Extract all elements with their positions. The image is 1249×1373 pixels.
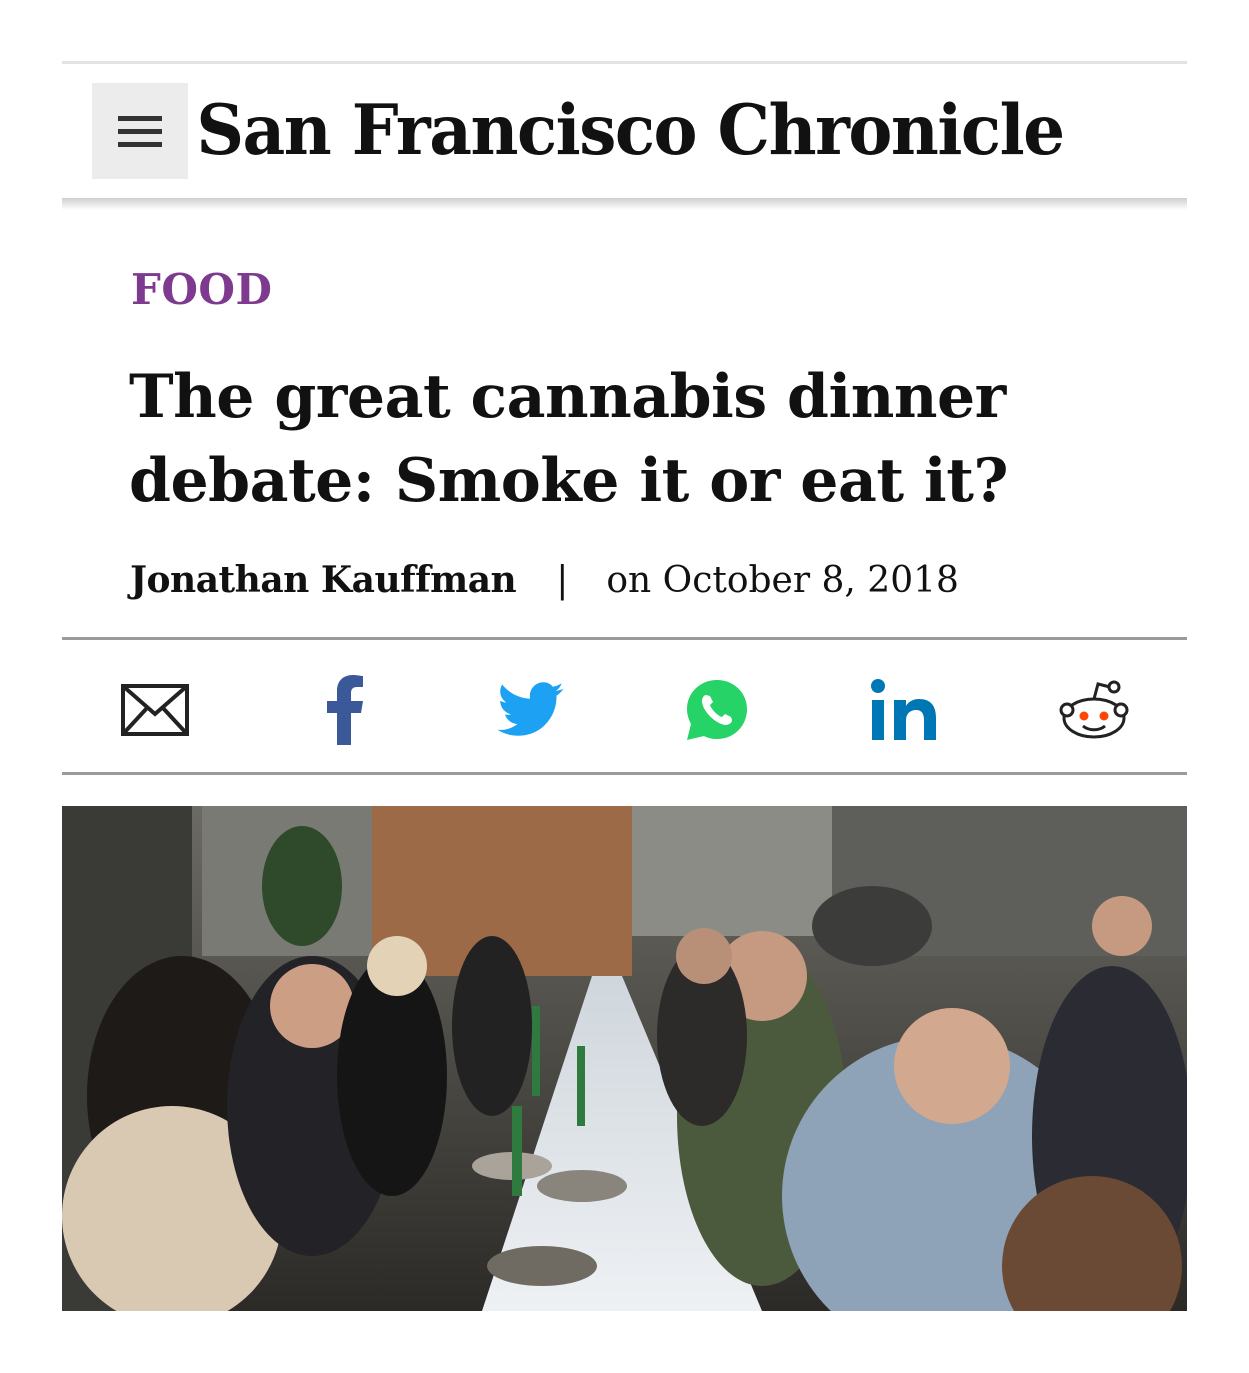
headline-line-2: debate: Smoke it or eat it? <box>129 446 1009 516</box>
byline: Jonathan Kauffman | on October 8, 2018 <box>130 556 959 604</box>
whatsapp-icon <box>687 680 747 740</box>
share-email-button[interactable] <box>115 670 195 750</box>
masthead-logo[interactable]: San Francisco Chronicle <box>196 78 1065 183</box>
hamburger-menu-icon <box>118 112 162 151</box>
share-whatsapp-button[interactable] <box>677 670 757 750</box>
linkedin-icon <box>871 679 936 740</box>
header-shadow <box>62 198 1187 210</box>
email-icon <box>121 684 189 736</box>
share-bar-bottom-divider <box>62 772 1187 775</box>
share-linkedin-button[interactable] <box>865 670 945 750</box>
share-twitter-button[interactable] <box>491 670 571 750</box>
twitter-icon <box>497 682 564 736</box>
byline-separator: | <box>556 559 569 601</box>
facebook-icon <box>327 675 363 745</box>
publish-date: on October 8, 2018 <box>606 559 959 601</box>
reddit-icon <box>1059 680 1129 739</box>
headline-line-1: The great cannabis dinner <box>129 362 1006 432</box>
share-reddit-button[interactable] <box>1054 670 1134 750</box>
share-bar <box>62 642 1187 772</box>
section-label[interactable]: FOOD <box>131 265 272 314</box>
share-facebook-button[interactable] <box>305 670 385 750</box>
share-bar-top-divider <box>62 637 1187 640</box>
headline: The great cannabis dinner debate: Smoke … <box>129 355 1029 523</box>
article-hero-photo[interactable] <box>62 806 1187 1311</box>
author-name[interactable]: Jonathan Kauffman <box>130 559 517 601</box>
dinner-party-photo <box>62 806 1187 1311</box>
menu-button[interactable] <box>92 83 188 179</box>
